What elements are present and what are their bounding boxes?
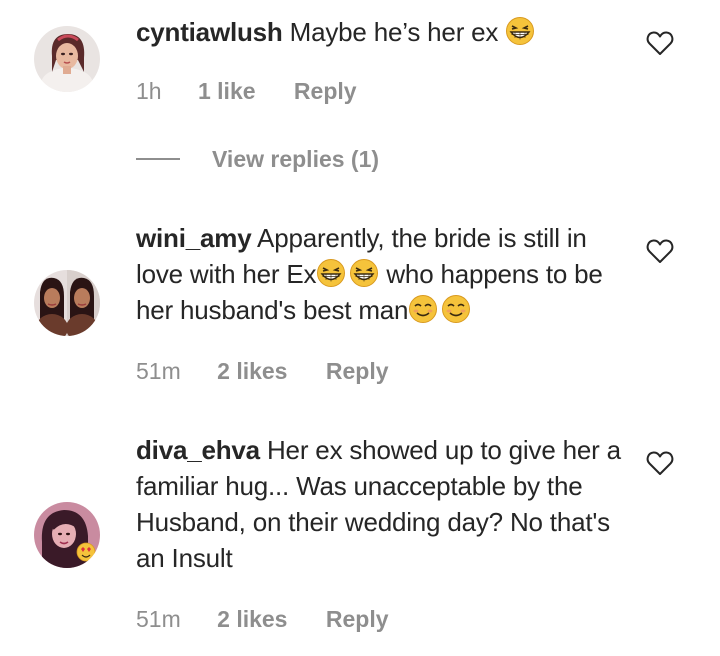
comment-username[interactable]: diva_ehva — [136, 435, 260, 465]
grinning-squinting-face-icon — [349, 258, 379, 288]
smiling-face-icon — [441, 294, 471, 324]
comment-text: wini_amy Apparently, the bride is still … — [136, 220, 626, 328]
comment-text: diva_ehva Her ex showed up to give her a… — [136, 432, 626, 576]
comment-username[interactable]: wini_amy — [136, 223, 252, 253]
grinning-squinting-face-icon — [505, 16, 535, 46]
comment-username[interactable]: cyntiawlush — [136, 17, 283, 47]
comment-likes[interactable]: 2 likes — [217, 606, 287, 633]
comment-text: cyntiawlush Maybe he’s her ex — [136, 14, 626, 50]
view-replies-label[interactable]: View replies (1) — [212, 146, 379, 173]
comment-likes[interactable]: 1 like — [198, 78, 256, 105]
comment-body: Maybe he’s her ex — [289, 17, 499, 47]
heart-outline-icon[interactable] — [646, 30, 674, 56]
comment-time: 51m — [136, 358, 181, 384]
divider-line — [136, 158, 180, 160]
comment-likes[interactable]: 2 likes — [217, 358, 287, 385]
comment-meta: 51m 2 likes Reply — [136, 606, 389, 633]
heart-outline-icon[interactable] — [646, 450, 674, 476]
reply-button[interactable]: Reply — [326, 358, 389, 385]
reply-button[interactable]: Reply — [294, 78, 357, 105]
comment-time: 51m — [136, 606, 181, 632]
comment-meta: 51m 2 likes Reply — [136, 358, 389, 385]
heart-outline-icon[interactable] — [646, 238, 674, 264]
view-replies-button[interactable]: View replies (1) — [136, 144, 379, 174]
grinning-squinting-face-icon — [316, 258, 346, 288]
avatar[interactable] — [34, 502, 100, 568]
avatar[interactable] — [34, 270, 100, 336]
reply-button[interactable]: Reply — [326, 606, 389, 633]
comment-meta: 1h 1 like Reply — [136, 78, 357, 105]
smiling-face-icon — [408, 294, 438, 324]
avatar[interactable] — [34, 26, 100, 92]
comment-time: 1h — [136, 78, 162, 104]
